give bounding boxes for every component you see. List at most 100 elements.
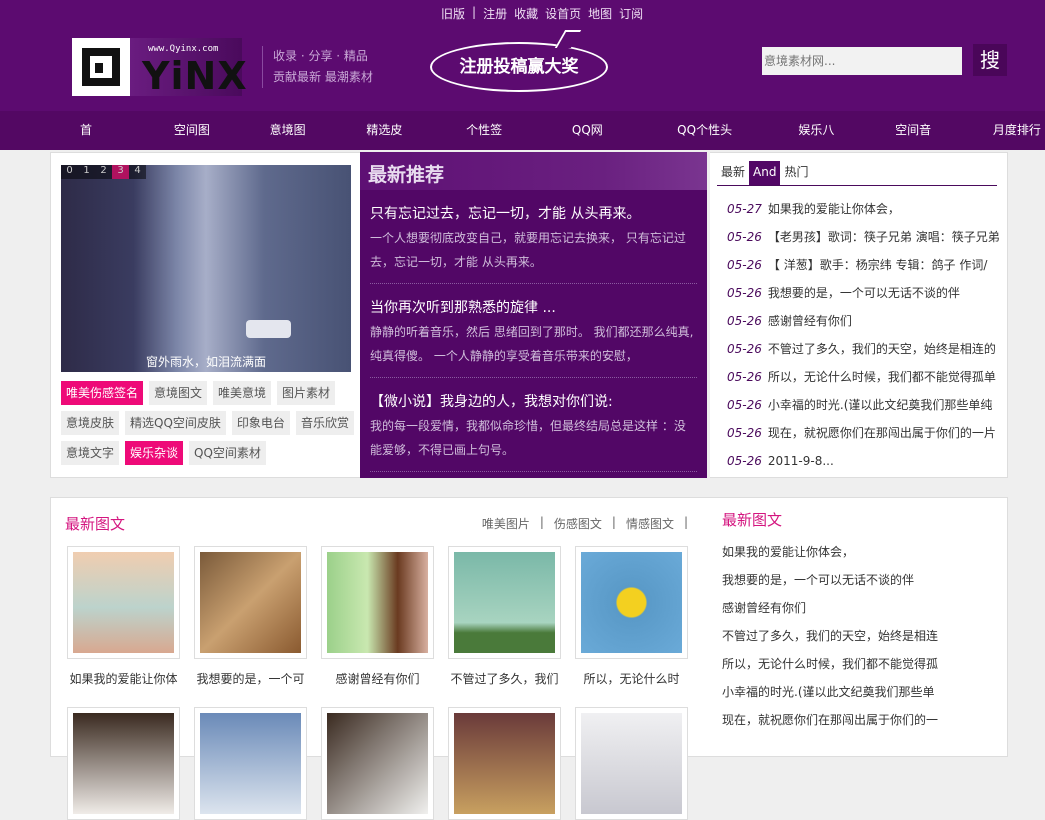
slide-number[interactable]: 1: [78, 165, 95, 179]
side-list-item[interactable]: 现在，就祝愿你们在那闯出属于你们的一: [722, 708, 938, 736]
list-item[interactable]: 05-26 2011-9-8...: [727, 451, 1007, 479]
tag-link[interactable]: 唯美伤感签名: [61, 381, 144, 405]
tag-link[interactable]: 音乐欣赏: [295, 411, 354, 435]
thumbnail-image[interactable]: [581, 552, 682, 653]
tab-2[interactable]: 热门: [780, 161, 812, 185]
list-text[interactable]: 所以，无论什么时候，我们都不能觉得孤单: [768, 370, 996, 384]
list-text[interactable]: 【老男孩】歌词：筷子兄弟 演唱：筷子兄弟: [768, 230, 1000, 244]
tag-link[interactable]: 印象电台: [231, 411, 290, 435]
thumbnail-image[interactable]: [454, 552, 555, 653]
list-item[interactable]: 05-26 我想要的是，一个可以无话不谈的伴: [727, 283, 1007, 311]
category-link[interactable]: 唯美图片: [482, 515, 530, 532]
register-banner[interactable]: 注册投稿赢大奖: [430, 42, 608, 92]
thumbnail-image[interactable]: [73, 552, 174, 653]
list-text[interactable]: 我想要的是，一个可以无话不谈的伴: [768, 286, 960, 300]
gallery-item[interactable]: 所以，无论什么时: [575, 546, 688, 699]
slide-number[interactable]: 0: [61, 165, 78, 179]
list-text[interactable]: 小幸福的时光.(谨以此文纪奠我们那些单纯: [768, 398, 993, 412]
search-input[interactable]: [762, 47, 962, 75]
top-link[interactable]: 订阅: [619, 5, 643, 22]
gallery-item[interactable]: [575, 707, 688, 820]
slideshow-image[interactable]: 01234 窗外雨水，如泪流满面: [61, 165, 351, 372]
list-item[interactable]: 05-26 【老男孩】歌词：筷子兄弟 演唱：筷子兄弟: [727, 227, 1007, 255]
article-title[interactable]: 【微小说】我身边的人，我想对你们说:: [370, 390, 697, 414]
gallery-item[interactable]: 如果我的爱能让你体: [67, 546, 180, 699]
slide-number[interactable]: 3: [112, 165, 129, 179]
tag-link[interactable]: 娱乐杂谈: [125, 441, 184, 465]
gallery-caption[interactable]: 感谢曾经有你们: [321, 659, 434, 699]
nav-item[interactable]: 意境图文: [270, 111, 312, 176]
side-list-item[interactable]: 感谢曾经有你们: [722, 596, 938, 624]
side-list-item[interactable]: 不管过了多久，我们的天空，始终是相连: [722, 624, 938, 652]
nav-item[interactable]: 首页: [80, 111, 101, 176]
search-button[interactable]: 搜: [973, 44, 1007, 76]
article-title[interactable]: 当你再次听到那熟悉的旋律 ...: [370, 296, 697, 320]
gallery-item[interactable]: [194, 707, 307, 820]
tag-link[interactable]: 意境皮肤: [61, 411, 120, 435]
gallery-item[interactable]: 不管过了多久，我们: [448, 546, 561, 699]
list-item[interactable]: 05-26 所以，无论什么时候，我们都不能觉得孤单: [727, 367, 1007, 395]
thumbnail-image[interactable]: [73, 713, 174, 814]
side-list-item[interactable]: 我想要的是，一个可以无话不谈的伴: [722, 568, 938, 596]
tag-link[interactable]: 精选QQ空间皮肤: [125, 411, 226, 435]
nav-item[interactable]: 娱乐八卦: [798, 111, 840, 176]
nav-item[interactable]: 个性签名: [466, 111, 508, 176]
nav-item[interactable]: 空间音乐: [895, 111, 937, 176]
category-link[interactable]: 伤感图文: [554, 515, 602, 532]
category-link[interactable]: 情感图文: [626, 515, 674, 532]
side-list-item[interactable]: 所以，无论什么时候，我们都不能觉得孤: [722, 652, 938, 680]
thumbnail-image[interactable]: [200, 713, 301, 814]
list-text[interactable]: 感谢曾经有你们: [768, 314, 852, 328]
list-date: 05-26: [727, 454, 762, 468]
site-logo[interactable]: www.Qyinx.com YiNX: [72, 38, 247, 98]
list-text[interactable]: 现在，就祝愿你们在那闯出属于你们的一片: [768, 426, 996, 440]
thumbnail-image[interactable]: [454, 713, 555, 814]
list-text[interactable]: 如果我的爱能让你体会，: [768, 202, 900, 216]
article-title[interactable]: 只有忘记过去，忘记一切，才能 从头再来。: [370, 202, 697, 226]
tag-link[interactable]: 唯美意境: [213, 381, 272, 405]
side-gallery-panel: 最新图文 如果我的爱能让你体会， 我想要的是，一个可以无话不谈的伴 感谢曾经有你们不…: [708, 497, 1008, 757]
nav-item[interactable]: QQ网名: [572, 111, 609, 176]
top-link[interactable]: 地图: [588, 5, 612, 22]
list-text[interactable]: 2011-9-8...: [768, 454, 834, 468]
side-list-item[interactable]: 如果我的爱能让你体会，: [722, 540, 938, 568]
gallery-caption[interactable]: 不管过了多久，我们: [448, 659, 561, 699]
gallery-caption[interactable]: 我想要的是，一个可: [194, 659, 307, 699]
top-link[interactable]: 注册: [483, 5, 507, 22]
list-item[interactable]: 05-26 感谢曾经有你们: [727, 311, 1007, 339]
tag-link[interactable]: 意境文字: [61, 441, 120, 465]
list-item[interactable]: 05-26 不管过了多久，我们的天空，始终是相连的: [727, 339, 1007, 367]
gallery-item[interactable]: [321, 707, 434, 820]
nav-item[interactable]: 月度排行榜: [993, 111, 1045, 176]
gallery-caption[interactable]: 所以，无论什么时: [575, 659, 688, 699]
thumbnail-image[interactable]: [327, 552, 428, 653]
list-item[interactable]: 05-26 小幸福的时光.(谨以此文纪奠我们那些单纯: [727, 395, 1007, 423]
list-text[interactable]: 【 洋葱】歌手：杨宗纬 专辑：鸽子 作词/: [768, 258, 988, 272]
gallery-item[interactable]: 我想要的是，一个可: [194, 546, 307, 699]
thumbnail-image[interactable]: [327, 713, 428, 814]
slide-number[interactable]: 2: [95, 165, 112, 179]
tag-link[interactable]: QQ空间素材: [189, 441, 266, 465]
tag-link[interactable]: 意境图文: [149, 381, 208, 405]
nav-item[interactable]: 精选皮肤: [366, 111, 408, 176]
thumbnail-image[interactable]: [200, 552, 301, 653]
top-link[interactable]: 收藏: [514, 5, 538, 22]
nav-item[interactable]: QQ个性头像: [677, 111, 735, 176]
gallery-item[interactable]: 感谢曾经有你们: [321, 546, 434, 699]
gallery-item[interactable]: [67, 707, 180, 820]
list-item[interactable]: 05-26 【 洋葱】歌手：杨宗纬 专辑：鸽子 作词/: [727, 255, 1007, 283]
list-item[interactable]: 05-26 现在，就祝愿你们在那闯出属于你们的一片: [727, 423, 1007, 451]
slide-number[interactable]: 4: [129, 165, 146, 179]
nav-item[interactable]: 空间图片: [174, 111, 216, 176]
thumbnail-image[interactable]: [581, 713, 682, 814]
gallery-caption[interactable]: 如果我的爱能让你体: [67, 659, 180, 699]
list-item[interactable]: 05-27 如果我的爱能让你体会，: [727, 199, 1007, 227]
gallery-item[interactable]: [448, 707, 561, 820]
top-link[interactable]: 旧版: [441, 5, 465, 22]
side-list-item[interactable]: 小幸福的时光.(谨以此文纪奠我们那些单: [722, 680, 938, 708]
tab-1[interactable]: And: [749, 161, 781, 185]
list-text[interactable]: 不管过了多久，我们的天空，始终是相连的: [768, 342, 996, 356]
tag-link[interactable]: 图片素材: [277, 381, 336, 405]
tab-0[interactable]: 最新: [717, 161, 749, 185]
top-link[interactable]: 设首页: [545, 5, 581, 22]
